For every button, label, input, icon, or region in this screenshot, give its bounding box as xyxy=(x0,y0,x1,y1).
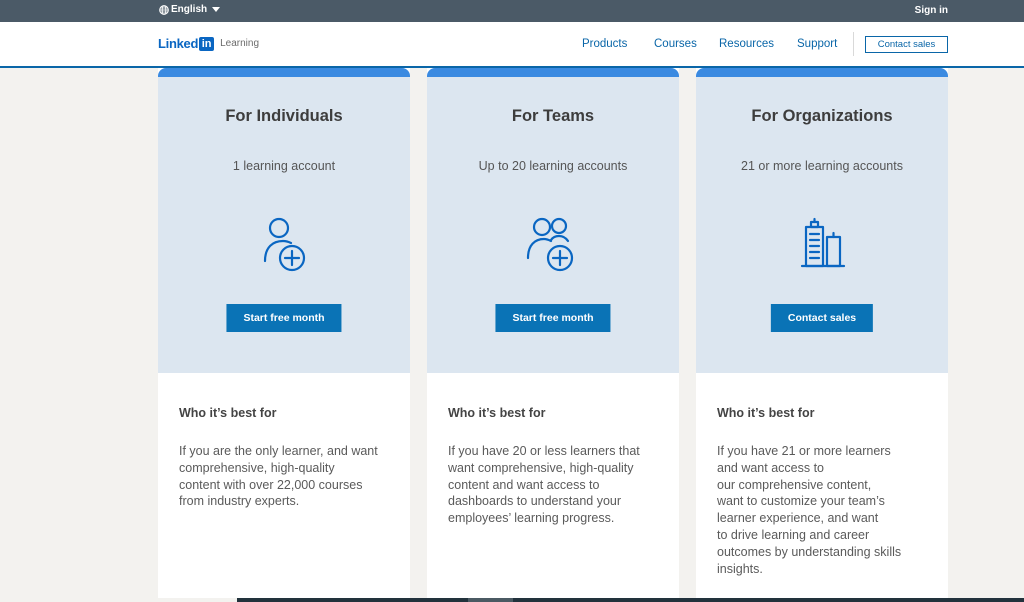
best-for-heading: Who it’s best for xyxy=(448,406,546,420)
language-selector[interactable]: English xyxy=(159,4,221,15)
nav-courses[interactable]: Courses xyxy=(654,38,697,50)
best-for-description: If you are the only learner, and want co… xyxy=(179,444,378,509)
horizontal-scrollbar[interactable] xyxy=(0,598,1024,602)
plan-card-individuals: For Individuals 1 learning account Start… xyxy=(158,68,410,602)
best-for-description: If you have 20 or less learners that wan… xyxy=(448,444,640,526)
group-add-icon xyxy=(526,217,574,272)
card-hero: For Individuals 1 learning account Start… xyxy=(158,77,410,373)
plan-title: For Organizations xyxy=(751,107,893,125)
logo-product-label: Learning xyxy=(220,38,260,49)
scrollbar-thumb[interactable] xyxy=(468,598,513,602)
plan-card-organizations: For Organizations 21 or more learning ac… xyxy=(696,68,948,602)
nav-divider xyxy=(853,32,854,56)
contact-sales-button[interactable]: Contact sales xyxy=(770,304,874,332)
best-for-description: If you have 21 or more learners and want… xyxy=(717,444,902,576)
plan-card-teams: For Teams Up to 20 learning accounts Sta… xyxy=(427,68,679,602)
buildings-icon xyxy=(800,217,846,268)
card-accent-band xyxy=(427,68,679,77)
start-free-month-button[interactable]: Start free month xyxy=(495,304,611,332)
card-accent-band xyxy=(696,68,948,77)
plan-title: For Individuals xyxy=(225,107,343,125)
main-nav-bar: Linked in Learning Products Courses Reso… xyxy=(0,22,1024,68)
logo-text: Linked xyxy=(158,36,199,51)
plan-title: For Teams xyxy=(511,107,595,125)
nav-resources[interactable]: Resources xyxy=(719,38,774,50)
globe-icon xyxy=(159,4,169,15)
nav-support[interactable]: Support xyxy=(797,38,837,50)
plan-subtitle: 1 learning account xyxy=(232,159,336,173)
contact-sales-header-button[interactable]: Contact sales xyxy=(865,36,948,53)
best-for-heading: Who it’s best for xyxy=(717,406,815,420)
card-accent-band xyxy=(158,68,410,77)
best-for-heading: Who it’s best for xyxy=(179,406,277,420)
plan-subtitle: Up to 20 learning accounts xyxy=(478,159,628,173)
linkedin-learning-logo[interactable]: Linked in Learning xyxy=(158,36,259,51)
start-free-month-button[interactable]: Start free month xyxy=(226,304,342,332)
plan-subtitle: 21 or more learning accounts xyxy=(741,159,903,173)
card-hero: For Teams Up to 20 learning accounts Sta… xyxy=(427,77,679,373)
user-add-icon xyxy=(263,217,306,272)
linkedin-in-icon: in xyxy=(199,36,215,51)
nav-products[interactable]: Products xyxy=(582,38,627,50)
card-hero: For Organizations 21 or more learning ac… xyxy=(696,77,948,373)
chevron-down-icon xyxy=(212,7,221,12)
sign-in-link[interactable]: Sign in xyxy=(915,5,948,16)
scrollbar-track[interactable] xyxy=(237,598,1024,602)
language-label: English xyxy=(171,4,208,15)
top-utility-bar: English Sign in xyxy=(0,0,1024,22)
